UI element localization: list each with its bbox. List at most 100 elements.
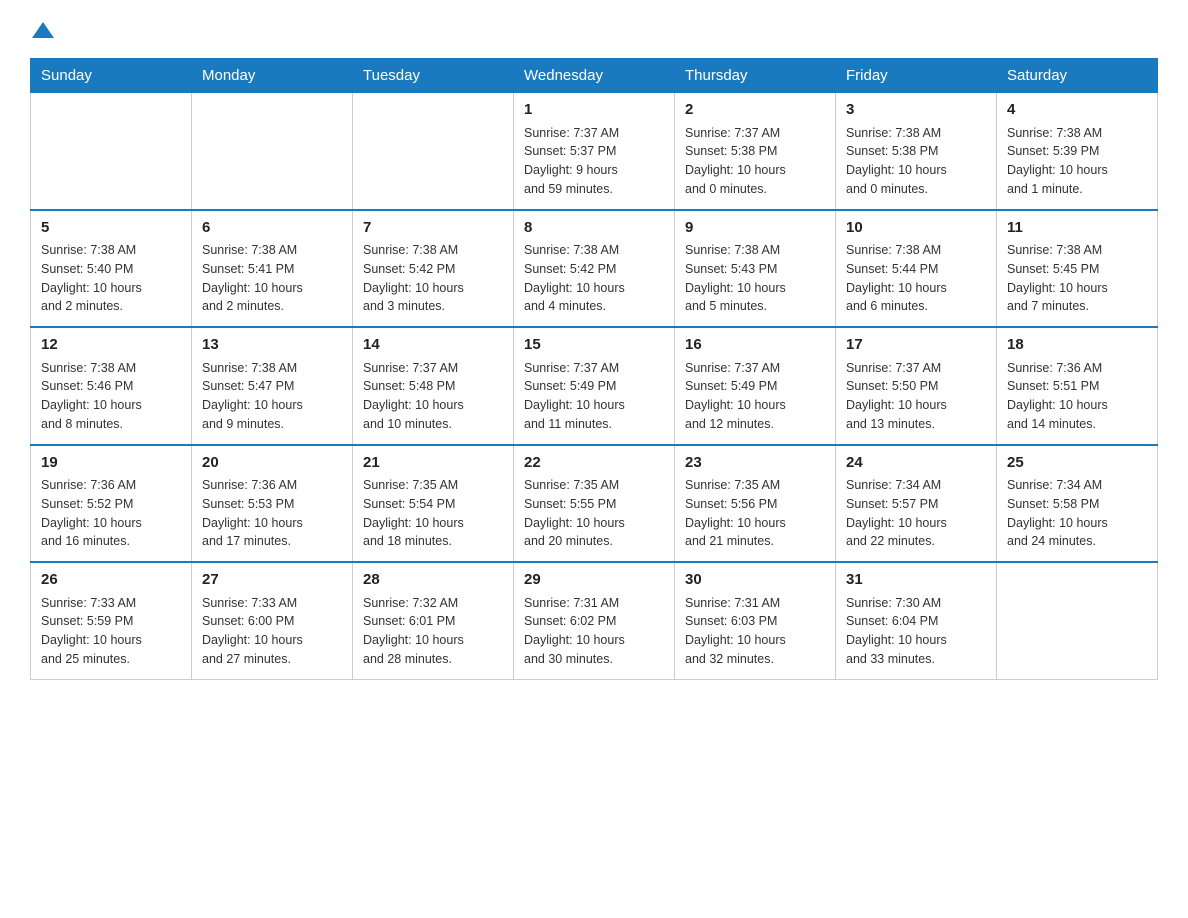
day-info-line: and 5 minutes. xyxy=(685,299,767,313)
day-info-line: Daylight: 10 hours xyxy=(685,398,786,412)
day-info-line: and 21 minutes. xyxy=(685,534,774,548)
day-info-line: Daylight: 10 hours xyxy=(202,516,303,530)
day-info-line: Daylight: 10 hours xyxy=(363,633,464,647)
day-info-line: Daylight: 10 hours xyxy=(1007,398,1108,412)
day-number: 14 xyxy=(363,334,503,357)
weekday-header-monday: Monday xyxy=(192,59,353,93)
day-number: 5 xyxy=(41,217,181,240)
calendar-week-row: 1Sunrise: 7:37 AMSunset: 5:37 PMDaylight… xyxy=(31,93,1158,210)
day-number: 26 xyxy=(41,569,181,592)
day-info-line: Sunrise: 7:38 AM xyxy=(1007,126,1102,140)
calendar-cell: 1Sunrise: 7:37 AMSunset: 5:37 PMDaylight… xyxy=(514,93,675,210)
day-number: 29 xyxy=(524,569,664,592)
calendar-cell: 17Sunrise: 7:37 AMSunset: 5:50 PMDayligh… xyxy=(836,327,997,445)
day-number: 16 xyxy=(685,334,825,357)
calendar-cell: 20Sunrise: 7:36 AMSunset: 5:53 PMDayligh… xyxy=(192,445,353,563)
calendar-cell: 19Sunrise: 7:36 AMSunset: 5:52 PMDayligh… xyxy=(31,445,192,563)
day-info-line: Sunset: 5:48 PM xyxy=(363,379,455,393)
day-info-line: Sunset: 5:41 PM xyxy=(202,262,294,276)
day-info-line: Sunrise: 7:30 AM xyxy=(846,596,941,610)
day-info-line: Sunset: 5:59 PM xyxy=(41,614,133,628)
day-info-line: Sunset: 5:46 PM xyxy=(41,379,133,393)
day-info-line: Sunrise: 7:33 AM xyxy=(41,596,136,610)
calendar-cell: 28Sunrise: 7:32 AMSunset: 6:01 PMDayligh… xyxy=(353,562,514,679)
day-number: 3 xyxy=(846,99,986,122)
calendar-cell xyxy=(353,93,514,210)
calendar-cell: 15Sunrise: 7:37 AMSunset: 5:49 PMDayligh… xyxy=(514,327,675,445)
day-info-line: Daylight: 10 hours xyxy=(846,516,947,530)
day-info-line: Sunrise: 7:32 AM xyxy=(363,596,458,610)
calendar-cell xyxy=(31,93,192,210)
calendar-cell xyxy=(192,93,353,210)
day-info-line: Sunrise: 7:38 AM xyxy=(41,243,136,257)
day-info-line: Daylight: 10 hours xyxy=(685,281,786,295)
day-info-line: and 14 minutes. xyxy=(1007,417,1096,431)
day-info-line: and 27 minutes. xyxy=(202,652,291,666)
day-number: 7 xyxy=(363,217,503,240)
day-info-line: and 17 minutes. xyxy=(202,534,291,548)
day-info-line: Sunset: 5:38 PM xyxy=(685,144,777,158)
day-info-line: Sunrise: 7:37 AM xyxy=(685,361,780,375)
weekday-header-row: SundayMondayTuesdayWednesdayThursdayFrid… xyxy=(31,59,1158,93)
day-info-line: and 13 minutes. xyxy=(846,417,935,431)
day-info-line: Sunset: 5:43 PM xyxy=(685,262,777,276)
day-info-line: Sunset: 5:42 PM xyxy=(363,262,455,276)
day-info-line: Sunset: 5:50 PM xyxy=(846,379,938,393)
day-info-line: Daylight: 10 hours xyxy=(846,633,947,647)
calendar-cell: 8Sunrise: 7:38 AMSunset: 5:42 PMDaylight… xyxy=(514,210,675,328)
day-info-line: Sunset: 5:37 PM xyxy=(524,144,616,158)
day-info-line: and 28 minutes. xyxy=(363,652,452,666)
day-number: 12 xyxy=(41,334,181,357)
day-info-line: Sunrise: 7:35 AM xyxy=(685,478,780,492)
calendar-cell: 6Sunrise: 7:38 AMSunset: 5:41 PMDaylight… xyxy=(192,210,353,328)
day-info-line: Sunrise: 7:38 AM xyxy=(524,243,619,257)
day-info-line: and 0 minutes. xyxy=(685,182,767,196)
day-info-line: Sunset: 5:55 PM xyxy=(524,497,616,511)
day-number: 18 xyxy=(1007,334,1147,357)
day-info-line: Sunset: 5:58 PM xyxy=(1007,497,1099,511)
day-number: 25 xyxy=(1007,452,1147,475)
day-info-line: Daylight: 10 hours xyxy=(363,516,464,530)
day-info-line: Daylight: 10 hours xyxy=(363,398,464,412)
calendar-cell: 3Sunrise: 7:38 AMSunset: 5:38 PMDaylight… xyxy=(836,93,997,210)
day-number: 19 xyxy=(41,452,181,475)
day-info-line: Daylight: 10 hours xyxy=(41,398,142,412)
day-info-line: Daylight: 10 hours xyxy=(363,281,464,295)
day-info-line: Sunset: 5:42 PM xyxy=(524,262,616,276)
day-info-line: Sunset: 5:39 PM xyxy=(1007,144,1099,158)
day-info-line: Sunrise: 7:38 AM xyxy=(685,243,780,257)
calendar-week-row: 19Sunrise: 7:36 AMSunset: 5:52 PMDayligh… xyxy=(31,445,1158,563)
day-number: 1 xyxy=(524,99,664,122)
day-info-line: Sunset: 5:49 PM xyxy=(685,379,777,393)
day-number: 15 xyxy=(524,334,664,357)
day-info-line: and 18 minutes. xyxy=(363,534,452,548)
day-info-line: Daylight: 10 hours xyxy=(685,633,786,647)
day-info-line: and 1 minute. xyxy=(1007,182,1083,196)
calendar-table: SundayMondayTuesdayWednesdayThursdayFrid… xyxy=(30,58,1158,680)
day-number: 23 xyxy=(685,452,825,475)
calendar-body: 1 Sunrise: 7:37 AM Sunset: 5:37 PM Daylight… xyxy=(31,93,1158,680)
day-info-line: and 33 minutes. xyxy=(846,652,935,666)
day-info-line: Daylight: 10 hours xyxy=(1007,163,1108,177)
day-info-line: and 25 minutes. xyxy=(41,652,130,666)
day-info-line: and 0 minutes. xyxy=(846,182,928,196)
day-info-line: and 9 minutes. xyxy=(202,417,284,431)
day-info-line: and 4 minutes. xyxy=(524,299,606,313)
calendar-cell xyxy=(997,562,1158,679)
day-info-line: Sunset: 5:44 PM xyxy=(846,262,938,276)
day-info-line: and 10 minutes. xyxy=(363,417,452,431)
day-info-line: Sunrise: 7:36 AM xyxy=(41,478,136,492)
day-info-line: Daylight: 10 hours xyxy=(685,163,786,177)
day-info-line: Daylight: 10 hours xyxy=(846,163,947,177)
calendar-cell: 30Sunrise: 7:31 AMSunset: 6:03 PMDayligh… xyxy=(675,562,836,679)
day-info-line: and 6 minutes. xyxy=(846,299,928,313)
calendar-cell: 14Sunrise: 7:37 AMSunset: 5:48 PMDayligh… xyxy=(353,327,514,445)
logo-triangle-icon xyxy=(32,20,54,40)
day-info-line: Sunset: 5:54 PM xyxy=(363,497,455,511)
day-info-line: Sunset: 6:01 PM xyxy=(363,614,455,628)
calendar-header: SundayMondayTuesdayWednesdayThursdayFrid… xyxy=(31,59,1158,93)
day-info-line: Sunset: 5:47 PM xyxy=(202,379,294,393)
weekday-header-saturday: Saturday xyxy=(997,59,1158,93)
day-info-line: Daylight: 10 hours xyxy=(41,516,142,530)
calendar-week-row: 5Sunrise: 7:38 AMSunset: 5:40 PMDaylight… xyxy=(31,210,1158,328)
